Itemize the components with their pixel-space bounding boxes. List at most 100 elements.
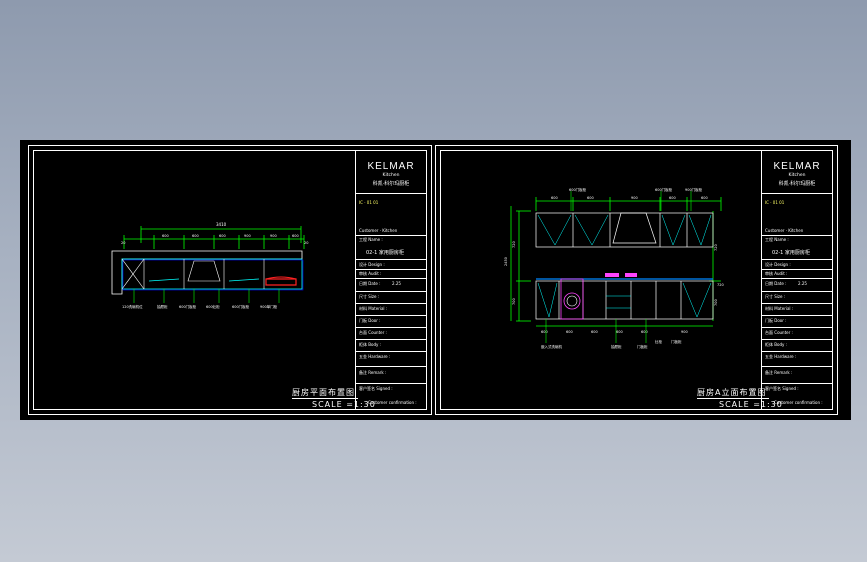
tb-date: 2.25 (392, 281, 401, 286)
tb-row: 客户签名 Signed : (359, 386, 393, 391)
tb-row: 材料 Material : (359, 306, 388, 311)
tb-row: 门板 Door : (359, 318, 381, 323)
title-underline (292, 398, 358, 399)
elev-lower-cabinets (535, 280, 714, 320)
tb-row: 材料 Material : (765, 306, 794, 311)
elev-dim-v: 2450 (504, 257, 508, 266)
tb-row: IC · 01 01 (765, 200, 785, 205)
elev-dim: 600 (701, 196, 708, 200)
elev-label-bottom: 门板柜 (637, 344, 648, 349)
tb-row: 客户签名 Signed : (765, 386, 799, 391)
plan-label: 抽屉柜 (157, 304, 168, 309)
plan-label: 600门板柜 (232, 304, 250, 309)
plan-sink (265, 278, 297, 286)
tb-date: 2.25 (798, 281, 807, 286)
sheet-border: 3410 20 600 600 600 900 900 600 20 120洗碗… (33, 150, 427, 410)
title-block: KELMAR Kitchen 科凯·科尔玛厨柜 IC · 01 01 Custo… (355, 151, 426, 409)
tb-row: 审核 Audit : (359, 271, 382, 276)
brand-logo: KELMAR (773, 161, 821, 172)
tb-row: 日期 Date : (359, 281, 381, 286)
plan-label: 600灶柜 (206, 304, 220, 309)
elev-dim: 600 (591, 330, 598, 334)
tb-row: 尺寸 Size : (359, 294, 380, 299)
plan-hood (187, 260, 221, 282)
tb-row: 尺寸 Size : (765, 294, 786, 299)
elev-label-top: 600门板柜 (569, 187, 587, 192)
title-block: KELMAR Kitchen 科凯·科尔玛厨柜 IC · 01 01 Custo… (761, 151, 832, 409)
elev-faucet (605, 273, 619, 277)
tb-row: Customer · Kitchen (359, 228, 398, 233)
tb-row: 五金 Hardware : (359, 354, 391, 359)
elev-label-top: 900门板柜 (685, 187, 703, 192)
plan-label: 120洗碗机位 (122, 304, 143, 309)
elev-dim: 600 (551, 196, 558, 200)
brand-sub: Kitchen (788, 173, 806, 178)
tb-row: 工程 Name : (359, 237, 383, 242)
elev-dim: 600 (587, 196, 594, 200)
tb-row: 日期 Date : (765, 281, 787, 286)
sheet-border: 600 600 900 600 600 2450 720 700 720 720… (440, 150, 833, 410)
cad-canvas: 3410 20 600 600 600 900 900 600 20 120洗碗… (20, 140, 851, 420)
plan-label: 900单门柜 (260, 304, 278, 309)
brand-sub: Kitchen (382, 173, 400, 178)
tb-row: Customer · Kitchen (765, 228, 804, 233)
tb-row: 备注 Remark : (765, 370, 793, 375)
right-drawing-sheet: 600 600 900 600 600 2450 720 700 720 720… (435, 145, 838, 415)
plan-dim: 600 (192, 234, 199, 238)
elev-dim: 600 (669, 196, 676, 200)
tb-row: Customer confirmation : (368, 400, 417, 405)
tb-project: 02-1 家用厨房柜 (772, 250, 810, 256)
elev-dim-v: 700 (714, 299, 718, 306)
plan-dim: 600 (162, 234, 169, 238)
elev-dim: 600 (616, 330, 623, 334)
plan-total-dim: 3410 (216, 222, 227, 227)
tb-row: 备注 Remark : (359, 370, 387, 375)
tb-row: Customer confirmation : (774, 400, 823, 405)
tb-row: 台面 Counter : (359, 330, 387, 335)
plan-dim: 20 (304, 241, 308, 245)
tb-row: 设计 Design : (359, 262, 385, 267)
plan-dimension-lines (123, 226, 305, 249)
tb-row: 工程 Name : (765, 237, 789, 242)
plan-dim: 900 (244, 234, 251, 238)
brand-cn: 科凯·科尔玛厨柜 (372, 181, 410, 187)
plan-dim: 600 (292, 234, 299, 238)
tb-row: 门板 Door : (765, 318, 787, 323)
elev-stove (625, 273, 637, 277)
elev-dim-v: 720 (512, 241, 516, 248)
elev-dim-v: 700 (512, 298, 516, 305)
tb-project: 02-1 家用厨房柜 (366, 250, 404, 256)
elev-label-top: 600门板柜 (655, 187, 673, 192)
elev-dim: 600 (641, 330, 648, 334)
elevation-title: 厨房A立面布置图 (697, 388, 767, 397)
elev-upper-cabinets (535, 212, 714, 248)
tb-row: IC · 01 01 (359, 200, 379, 205)
elev-label-bottom: 灶柜 (655, 339, 663, 344)
tb-row: 台面 Counter : (765, 330, 793, 335)
tb-row: 设计 Design : (765, 262, 791, 267)
brand-logo: KELMAR (367, 161, 415, 172)
tb-row: 审核 Audit : (765, 271, 788, 276)
tb-row: 柜体 Body : (359, 342, 381, 347)
elev-label-bottom: 抽屉柜 (611, 344, 622, 349)
plan-dim: 600 (219, 234, 226, 238)
title-underline (697, 398, 769, 399)
tb-row: 柜体 Body : (765, 342, 787, 347)
elev-dim: 900 (681, 330, 688, 334)
elev-label-bottom: 门板柜 (671, 339, 682, 344)
plan-dim: 20 (121, 241, 125, 245)
elev-label-bottom: 嵌入式洗碗机 (541, 344, 562, 349)
plan-label: 600门板柜 (179, 304, 197, 309)
plan-title: 厨房平面布置图 (292, 388, 355, 397)
left-drawing-sheet: 3410 20 600 600 600 900 900 600 20 120洗碗… (28, 145, 432, 415)
elev-dim-v: 720 (714, 244, 718, 251)
elev-dim: 600 (566, 330, 573, 334)
elev-hood (612, 212, 657, 244)
brand-cn: 科凯·科尔玛厨柜 (778, 181, 816, 187)
tb-row: 五金 Hardware : (765, 354, 797, 359)
elev-dim: 720 (717, 283, 724, 287)
plan-wall (111, 250, 303, 295)
elev-dim: 600 (541, 330, 548, 334)
elev-dim: 900 (631, 196, 638, 200)
plan-dim: 900 (270, 234, 277, 238)
